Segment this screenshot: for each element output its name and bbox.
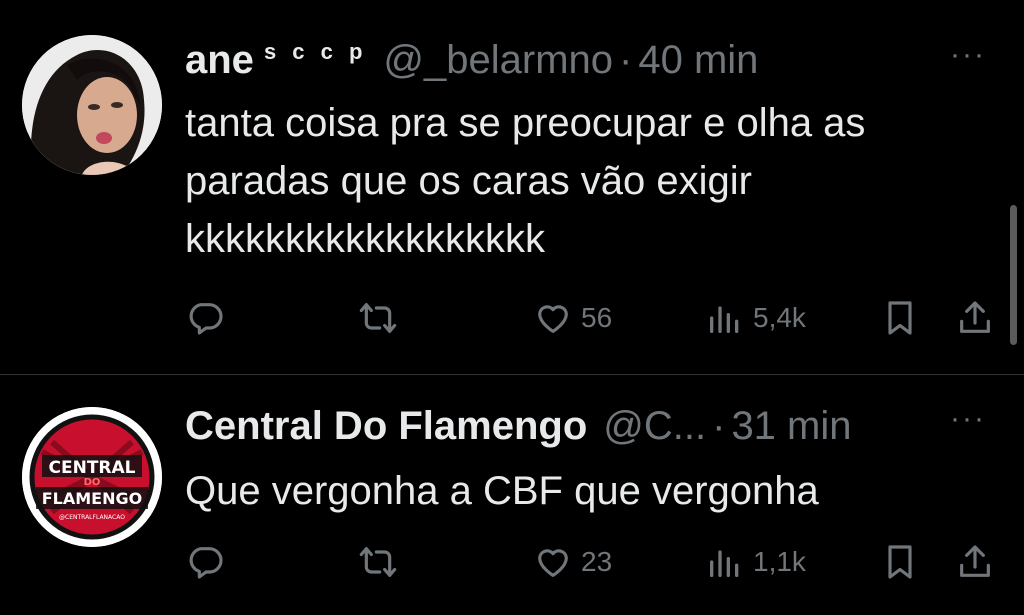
flamengo-logo: CENTRAL DO FLAMENGO @CENTRALFLANACAO (22, 407, 162, 547)
share-button[interactable] (955, 296, 995, 340)
reply-icon (189, 547, 223, 579)
reply-button[interactable] (186, 540, 226, 584)
logo-text-3: FLAMENGO (42, 489, 142, 508)
logo-text-4: @CENTRALFLANACAO (59, 514, 125, 521)
share-icon (960, 301, 990, 333)
logo-text-2: DO (84, 477, 101, 488)
reply-icon (189, 303, 223, 335)
avatar-photo (22, 35, 162, 175)
logo-text-1: CENTRAL (49, 458, 136, 478)
author-name[interactable]: ane (185, 36, 254, 84)
action-bar: 56 5,4k (0, 296, 1024, 340)
tweet[interactable]: CENTRAL DO FLAMENGO @CENTRALFLANACAO Cen… (0, 375, 1024, 615)
views-icon (710, 306, 739, 333)
tweet-text-line: kkkkkkkkkkkkkkkkkk (185, 217, 545, 261)
timestamp[interactable]: 40 min (638, 36, 758, 84)
bookmark-icon (888, 545, 912, 579)
like-count: 23 (581, 546, 613, 577)
like-count: 56 (581, 302, 613, 333)
tweet-text: Que vergonha a CBF que vergonha (185, 462, 985, 520)
more-icon[interactable]: ··· (950, 40, 990, 70)
views-button[interactable]: 1,1k (705, 540, 806, 584)
author-handle[interactable]: @C... (603, 402, 706, 450)
action-bar: 23 1,1k (0, 540, 1024, 584)
tweet-header: ane s c c p @_belarmno · 40 min (185, 36, 758, 90)
separator: · (619, 38, 633, 82)
retweet-button[interactable] (358, 296, 398, 340)
retweet-icon (359, 303, 397, 333)
share-button[interactable] (955, 540, 995, 584)
share-icon (960, 545, 990, 577)
more-icon[interactable]: ··· (950, 404, 990, 434)
tweet-header: Central Do Flamengo @C... · 31 min (185, 402, 852, 450)
tweet-text: tanta coisa pra se preocupar e olha as p… (185, 94, 985, 268)
author-handle[interactable]: @_belarmno (383, 36, 613, 84)
views-button[interactable]: 5,4k (705, 296, 806, 340)
timestamp[interactable]: 31 min (731, 402, 851, 450)
views-count: 5,4k (753, 302, 806, 333)
like-button[interactable]: 23 (533, 540, 612, 584)
views-icon (710, 550, 739, 577)
bookmark-button[interactable] (880, 540, 920, 584)
avatar[interactable]: CENTRAL DO FLAMENGO @CENTRALFLANACAO (22, 407, 162, 547)
tweet[interactable]: ane s c c p @_belarmno · 40 min ··· tant… (0, 0, 1024, 374)
reply-button[interactable] (186, 296, 226, 340)
tweet-text-line: tanta coisa pra se preocupar e olha as (185, 101, 866, 145)
like-button[interactable]: 56 (533, 296, 612, 340)
views-count: 1,1k (753, 546, 806, 577)
tweet-text-line: Que vergonha a CBF que vergonha (185, 469, 819, 513)
tweet-text-line: paradas que os caras vão exigir (185, 159, 752, 203)
avatar[interactable] (22, 35, 162, 175)
retweet-button[interactable] (358, 540, 398, 584)
like-icon (538, 549, 568, 577)
retweet-icon (359, 547, 397, 577)
like-icon (538, 305, 568, 333)
author-name-suffix: s c c p (263, 39, 368, 64)
bookmark-icon (888, 301, 912, 335)
separator: · (712, 404, 726, 448)
author-name[interactable]: Central Do Flamengo (185, 402, 587, 450)
scrollbar[interactable] (1010, 205, 1017, 345)
bookmark-button[interactable] (880, 296, 920, 340)
